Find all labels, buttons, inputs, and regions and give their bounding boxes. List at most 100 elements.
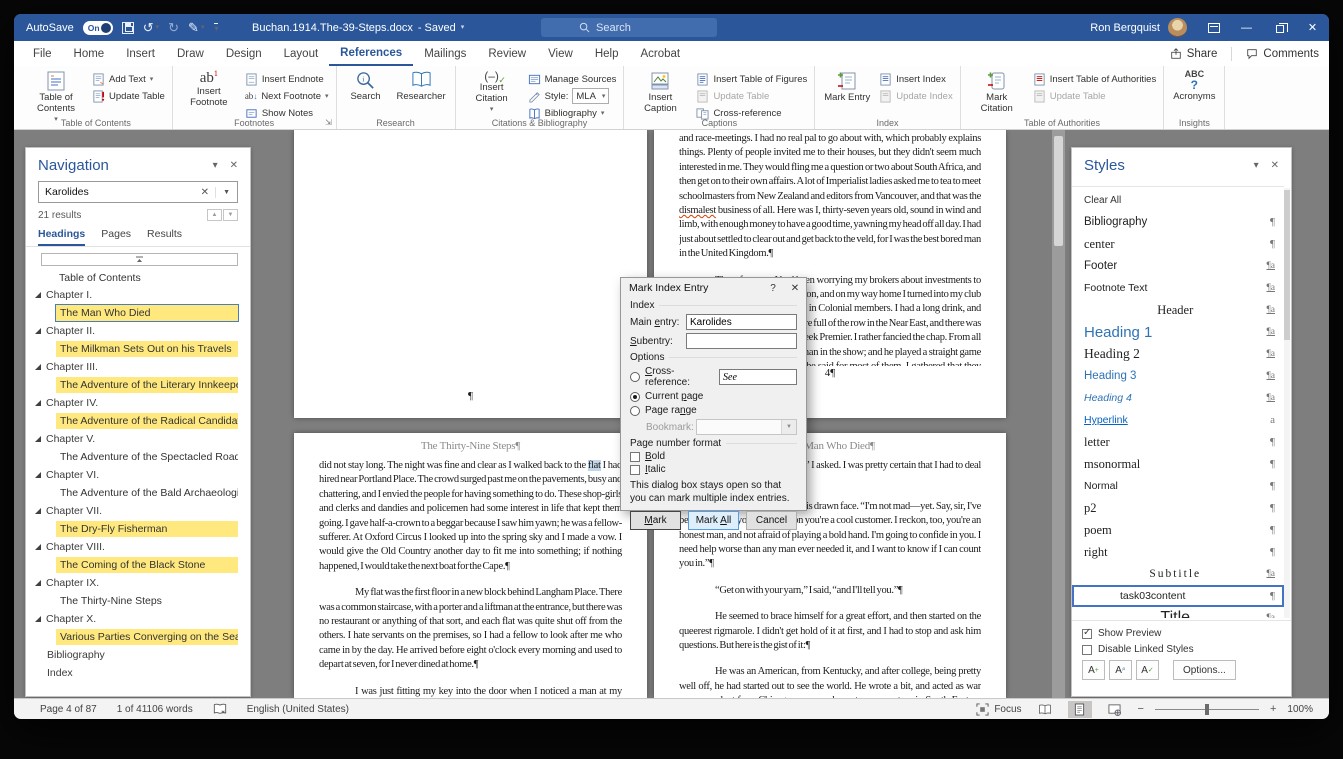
style-item-footnote-text[interactable]: Footnote Text¶a bbox=[1072, 277, 1284, 299]
mark-button[interactable]: Mark bbox=[630, 511, 681, 530]
add-text-button[interactable]: Add Text▾ bbox=[92, 72, 165, 86]
nav-heading[interactable]: The Adventure of the Spectacled Roadman bbox=[26, 448, 250, 466]
tab-file[interactable]: File bbox=[22, 41, 63, 66]
next-result-button[interactable]: ▼ bbox=[223, 209, 238, 221]
page-range-radio[interactable] bbox=[630, 406, 640, 416]
styles-scrollbar[interactable] bbox=[1284, 188, 1290, 618]
nav-search-input[interactable] bbox=[39, 186, 195, 198]
nav-chapter[interactable]: Chapter IX. bbox=[26, 574, 250, 592]
page-indicator[interactable]: Page 4 of 87 bbox=[40, 704, 97, 715]
read-mode-button[interactable] bbox=[1033, 701, 1057, 718]
nav-heading[interactable]: Various Parties Converging on the Sea bbox=[26, 628, 250, 646]
tab-review[interactable]: Review bbox=[477, 41, 537, 66]
insert-endnote-button[interactable]: Insert Endnote bbox=[245, 72, 329, 86]
italic-checkbox[interactable] bbox=[630, 465, 640, 475]
nav-tab-results[interactable]: Results bbox=[147, 223, 182, 246]
manage-styles-button[interactable]: A✓ bbox=[1136, 660, 1159, 680]
style-item-bibliography[interactable]: Bibliography¶ bbox=[1072, 211, 1284, 233]
disable-linked-styles-checkbox[interactable]: Disable Linked Styles bbox=[1082, 644, 1281, 655]
language-indicator[interactable]: English (United States) bbox=[247, 704, 349, 715]
nav-item-index[interactable]: Index bbox=[26, 664, 250, 682]
update-table-authorities-button[interactable]: Update Table bbox=[1033, 89, 1157, 103]
update-index-button[interactable]: Update Index bbox=[879, 89, 953, 103]
restore-button[interactable] bbox=[1263, 14, 1296, 41]
table-of-contents-button[interactable]: Table of Contents ▾ bbox=[27, 69, 85, 124]
tab-draw[interactable]: Draw bbox=[166, 41, 215, 66]
zoom-out-button[interactable]: − bbox=[1138, 703, 1144, 715]
cross-reference-radio[interactable] bbox=[630, 372, 640, 382]
nav-chapter[interactable]: Chapter I. bbox=[26, 286, 250, 304]
style-item-heading-2[interactable]: Heading 2¶a bbox=[1072, 343, 1284, 365]
document-scrollbar[interactable] bbox=[1052, 130, 1065, 698]
style-item-right[interactable]: right¶ bbox=[1072, 541, 1284, 563]
close-pane-icon[interactable]: ✕ bbox=[1271, 160, 1279, 171]
web-layout-button[interactable] bbox=[1103, 701, 1127, 718]
focus-button[interactable]: Focus bbox=[976, 703, 1021, 716]
zoom-slider-thumb[interactable] bbox=[1205, 704, 1209, 715]
zoom-slider[interactable] bbox=[1155, 709, 1259, 710]
researcher-button[interactable]: Researcher bbox=[395, 69, 448, 104]
insert-table-of-figures-button[interactable]: Insert Table of Figures bbox=[696, 72, 807, 86]
tab-mailings[interactable]: Mailings bbox=[413, 41, 477, 66]
style-item-footer[interactable]: Footer¶a bbox=[1072, 255, 1284, 277]
comments-button[interactable]: Comments bbox=[1246, 48, 1319, 60]
nav-chapter[interactable]: Chapter VI. bbox=[26, 466, 250, 484]
ribbon-display-options-button[interactable] bbox=[1197, 14, 1230, 41]
style-item-clear-all[interactable]: Clear All bbox=[1072, 189, 1284, 211]
share-button[interactable]: Share bbox=[1170, 48, 1218, 60]
style-item-poem[interactable]: poem¶ bbox=[1072, 519, 1284, 541]
undo-button[interactable]: ↺▾ bbox=[143, 20, 159, 36]
word-count[interactable]: 1 of 41106 words bbox=[117, 704, 193, 715]
style-item-hyperlink[interactable]: Hyperlinka bbox=[1072, 409, 1284, 431]
close-button[interactable]: ✕ bbox=[1296, 14, 1329, 41]
scroll-to-top-button[interactable] bbox=[41, 253, 238, 266]
mark-citation-button[interactable]: Mark Citation bbox=[968, 69, 1026, 116]
current-page-radio[interactable] bbox=[630, 392, 640, 402]
subentry-input[interactable] bbox=[686, 333, 797, 349]
nav-heading[interactable]: The Milkman Sets Out on his Travels bbox=[26, 340, 250, 358]
style-select[interactable]: MLA▾ bbox=[572, 88, 609, 104]
tab-layout[interactable]: Layout bbox=[273, 41, 330, 66]
insert-index-button[interactable]: Insert Index bbox=[879, 72, 953, 86]
nav-heading[interactable]: The Thirty-Nine Steps bbox=[26, 592, 250, 610]
nav-search-field[interactable]: ✕ ▼ bbox=[38, 181, 238, 203]
ink-button[interactable]: ✎▾ bbox=[188, 20, 204, 36]
tab-help[interactable]: Help bbox=[584, 41, 630, 66]
nav-heading[interactable]: The Adventure of the Bald Archaeologist bbox=[26, 484, 250, 502]
paragraph[interactable]: He seemed to brace himself for a great e… bbox=[679, 610, 981, 653]
new-style-button[interactable]: A+ bbox=[1082, 660, 1105, 680]
insert-footnote-button[interactable]: ab1 Insert Footnote bbox=[180, 69, 238, 110]
document-page-3[interactable]: ¶ bbox=[294, 130, 647, 418]
mark-all-button[interactable]: Mark All bbox=[688, 511, 739, 530]
nav-chapter[interactable]: Chapter VIII. bbox=[26, 538, 250, 556]
next-footnote-button[interactable]: ab↓ Next Footnote▾ bbox=[245, 89, 329, 103]
insert-table-of-authorities-button[interactable]: Insert Table of Authorities bbox=[1033, 72, 1157, 86]
bold-checkbox[interactable] bbox=[630, 452, 640, 462]
nav-heading[interactable]: The Dry-Fly Fisherman bbox=[26, 520, 250, 538]
insert-caption-button[interactable]: Insert Caption bbox=[631, 69, 689, 116]
manage-sources-button[interactable]: Manage Sources bbox=[528, 72, 617, 86]
nav-chapter[interactable]: Chapter II. bbox=[26, 322, 250, 340]
document-page-5[interactable]: The Thirty-Nine Steps¶ did not stay long… bbox=[294, 433, 647, 698]
mark-entry-button[interactable]: Mark Entry bbox=[822, 69, 872, 105]
customize-qat-button[interactable]: ▾ bbox=[213, 23, 218, 33]
saved-status[interactable]: - Saved bbox=[418, 22, 456, 34]
scrollbar-thumb[interactable] bbox=[1054, 136, 1063, 246]
proofing-errors-icon[interactable] bbox=[213, 703, 227, 715]
bookmark-select[interactable]: ▼ bbox=[696, 419, 797, 435]
update-table-button[interactable]: Update Table bbox=[92, 89, 165, 103]
style-inspector-button[interactable]: A⌕ bbox=[1109, 660, 1132, 680]
nav-chapter[interactable]: Chapter III. bbox=[26, 358, 250, 376]
scrollbar-thumb[interactable] bbox=[1284, 190, 1290, 340]
print-layout-button[interactable] bbox=[1068, 701, 1092, 718]
update-table-captions-button[interactable]: Update Table bbox=[696, 89, 807, 103]
nav-chapter[interactable]: Chapter V. bbox=[26, 430, 250, 448]
tab-design[interactable]: Design bbox=[215, 41, 273, 66]
nav-chapter[interactable]: Chapter VII. bbox=[26, 502, 250, 520]
show-preview-checkbox[interactable]: Show Preview bbox=[1082, 628, 1281, 639]
nav-heading[interactable]: The Adventure of the Literary Innkeeper bbox=[26, 376, 250, 394]
nav-item-toc[interactable]: Table of Contents bbox=[26, 269, 250, 286]
pane-options-chevron-icon[interactable]: ▾ bbox=[213, 160, 218, 171]
style-item-heading-3[interactable]: Heading 3¶a bbox=[1072, 365, 1284, 387]
zoom-level[interactable]: 100% bbox=[1287, 704, 1313, 715]
